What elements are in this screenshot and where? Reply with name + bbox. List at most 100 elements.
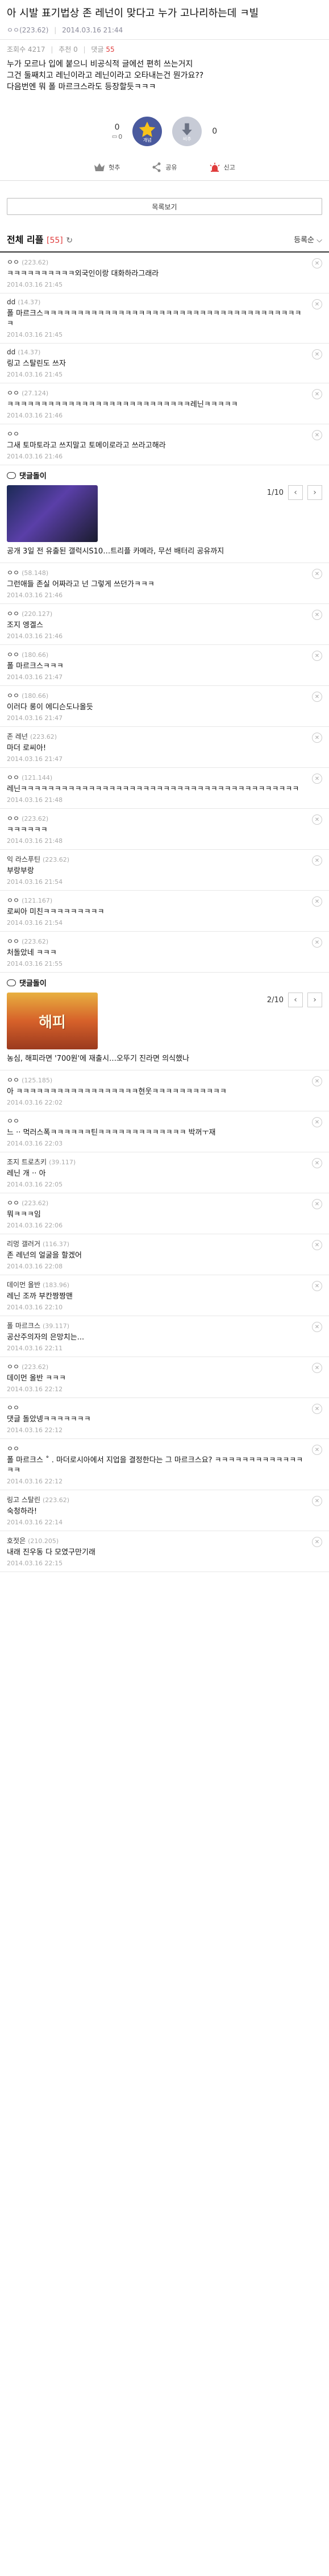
comment-author[interactable]: ㅇㅇ bbox=[7, 430, 19, 438]
delete-comment-icon[interactable]: ✕ bbox=[312, 1076, 322, 1086]
comment-date: 2014.03.16 21:54 bbox=[7, 919, 63, 927]
delete-comment-icon[interactable]: ✕ bbox=[312, 1322, 322, 1332]
comment-item: 폴 마르크스 (39.117) 공산주의자의 은망치는... 2014.03.16 2… bbox=[0, 1316, 329, 1357]
delete-comment-icon[interactable]: ✕ bbox=[312, 430, 322, 440]
delete-comment-icon[interactable]: ✕ bbox=[312, 733, 322, 743]
cloud-icon bbox=[7, 472, 16, 479]
delete-comment-icon[interactable]: ✕ bbox=[312, 389, 322, 399]
comment-date: 2014.03.16 21:45 bbox=[7, 371, 63, 378]
delete-comment-icon[interactable]: ✕ bbox=[312, 1199, 322, 1209]
dc-promo-card-2[interactable]: 댓글돌이 해피 2/10 ‹ › 농심, 해피라면 '700원'에 재출시…오뚜… bbox=[0, 973, 329, 1070]
comment-author[interactable]: ㅇㅇ bbox=[7, 610, 19, 618]
delete-comment-icon[interactable]: ✕ bbox=[312, 610, 322, 620]
delete-comment-icon[interactable]: ✕ bbox=[312, 1158, 322, 1168]
prev-button[interactable]: ‹ bbox=[288, 993, 303, 1007]
delete-comment-icon[interactable]: ✕ bbox=[312, 937, 322, 948]
delete-comment-icon[interactable]: ✕ bbox=[312, 1445, 322, 1455]
dc-card-thumbnail[interactable] bbox=[7, 485, 98, 542]
comment-author[interactable]: 리멍 갤러거 bbox=[7, 1240, 40, 1248]
comment-author[interactable]: ㅇㅇ bbox=[7, 651, 19, 659]
delete-comment-icon[interactable]: ✕ bbox=[312, 1404, 322, 1414]
comment-author[interactable]: ㅇㅇ bbox=[7, 1363, 19, 1371]
comment-author[interactable]: ㅇㅇ bbox=[7, 389, 19, 397]
delete-comment-icon[interactable]: ✕ bbox=[312, 774, 322, 784]
delete-comment-icon[interactable]: ✕ bbox=[312, 1496, 322, 1506]
fix-action[interactable]: 헛추 bbox=[94, 162, 120, 172]
report-action[interactable]: 신고 bbox=[209, 162, 235, 172]
comment-author[interactable]: 폴 마르크스 bbox=[7, 1322, 40, 1330]
delete-comment-icon[interactable]: ✕ bbox=[312, 1363, 322, 1373]
comment-author[interactable]: ㅇㅇ bbox=[7, 1404, 19, 1412]
share-action[interactable]: 공유 bbox=[152, 162, 177, 172]
comment-author[interactable]: ㅇㅇ bbox=[7, 692, 19, 700]
comment-ip: (223.62) bbox=[22, 938, 49, 945]
comment-author[interactable]: 조지 트로츠키 bbox=[7, 1158, 47, 1166]
comment-author[interactable]: ㅇㅇ bbox=[7, 896, 19, 904]
fix-label: 헛추 bbox=[109, 164, 120, 171]
comment-author[interactable]: ㅇㅇ bbox=[7, 1117, 19, 1125]
comment-author[interactable]: ㅇㅇ bbox=[7, 1076, 19, 1084]
dc-card-caption[interactable]: 농심, 해피라면 '700원'에 재출시…오뚜기 진라면 의식했나 bbox=[7, 1054, 322, 1064]
dc-card-thumbnail[interactable]: 해피 bbox=[7, 993, 98, 1049]
delete-comment-icon[interactable]: ✕ bbox=[312, 569, 322, 579]
delete-comment-icon[interactable]: ✕ bbox=[312, 1537, 322, 1547]
delete-comment-icon[interactable]: ✕ bbox=[312, 814, 322, 825]
comment-date: 2014.03.16 22:05 bbox=[7, 1181, 63, 1188]
downvote-button[interactable]: 비추 bbox=[172, 117, 202, 146]
delete-comment-icon[interactable]: ✕ bbox=[312, 1281, 322, 1291]
upvote-count: 0 bbox=[114, 122, 120, 132]
comment-author[interactable]: dd bbox=[7, 348, 15, 356]
dc-card-caption[interactable]: 공개 3일 전 유출된 갤럭시S10…트리플 카메라, 무선 배터리 공유까지 bbox=[7, 547, 322, 557]
comment-author[interactable]: 링고 스탈린 bbox=[7, 1496, 40, 1504]
comment-author[interactable]: ㅇㅇ bbox=[7, 774, 19, 782]
list-button[interactable]: 목록보기 bbox=[7, 198, 322, 215]
comment-author[interactable]: ㅇㅇ bbox=[7, 814, 19, 822]
comment-author[interactable]: 호젓은 bbox=[7, 1537, 26, 1545]
delete-comment-icon[interactable]: ✕ bbox=[312, 692, 322, 702]
upvote-button[interactable]: 개념 bbox=[132, 117, 163, 146]
comment-item: ㅇㅇ 느 ·· 먹러스폭ㅋㅋㅋㅋㅋㅋ틴ㅋㅋㅋㅋㅋㅋㅋㅋㅋㅋㅋㅋㅋ 박꺼ㅜ재 2014… bbox=[0, 1111, 329, 1152]
delete-comment-icon[interactable]: ✕ bbox=[312, 1117, 322, 1127]
delete-comment-icon[interactable]: ✕ bbox=[312, 299, 322, 309]
delete-comment-icon[interactable]: ✕ bbox=[312, 855, 322, 866]
delete-comment-icon[interactable]: ✕ bbox=[312, 1240, 322, 1250]
comment-author[interactable]: ㅇㅇ bbox=[7, 258, 19, 266]
prev-button[interactable]: ‹ bbox=[288, 485, 303, 500]
comment-ip: (39.117) bbox=[43, 1322, 70, 1330]
comment-date: 2014.03.16 21:47 bbox=[7, 673, 63, 681]
post-date: 2014.03.16 21:44 bbox=[62, 26, 123, 34]
comment-ip: (223.62) bbox=[22, 259, 49, 266]
post-body-line: 그건 둘째치고 레닌이라고 레닌이라고 오타내는건 뭔가요?? bbox=[7, 71, 204, 80]
comment-text: 부랑부랑 bbox=[7, 867, 34, 875]
next-button[interactable]: › bbox=[307, 485, 322, 500]
comment-author[interactable]: ㅇㅇ bbox=[7, 1445, 19, 1453]
chevron-down-icon: ⌵ bbox=[316, 235, 322, 245]
comment-author[interactable]: 익 라스푸틴 bbox=[7, 855, 40, 863]
crown-icon bbox=[94, 163, 105, 171]
sort-dropdown[interactable]: 등록순 ⌵ bbox=[294, 234, 322, 245]
comment-ip: (14.37) bbox=[18, 349, 41, 356]
refresh-icon[interactable]: ↻ bbox=[66, 236, 73, 245]
comment-item: 데이먼 올반 (183.96) 레닌 조까 부칸짱짱맨 2014.03.16 22:1… bbox=[0, 1275, 329, 1316]
dc-promo-card-1[interactable]: 댓글돌이 1/10 ‹ › 공개 3일 전 유출된 갤럭시S10…트리플 카메라… bbox=[0, 465, 329, 563]
comment-author[interactable]: dd bbox=[7, 298, 15, 306]
post-author[interactable]: ㅇㅇ(223.62) bbox=[7, 26, 48, 34]
downvote-label: 비추 bbox=[182, 136, 191, 142]
next-button[interactable]: › bbox=[307, 993, 322, 1007]
comment-author[interactable]: ㅇㅇ bbox=[7, 569, 19, 577]
delete-comment-icon[interactable]: ✕ bbox=[312, 258, 322, 268]
delete-comment-icon[interactable]: ✕ bbox=[312, 651, 322, 661]
comment-author[interactable]: 존 레넌 bbox=[7, 733, 28, 741]
comment-ip: (180.66) bbox=[22, 651, 49, 659]
comment-item: ㅇㅇ (223.62) 데이먼 올반 ㅋㅋㅋ 2014.03.16 22:12 ✕ bbox=[0, 1357, 329, 1398]
comment-ip: (223.62) bbox=[43, 1496, 70, 1504]
comment-date: 2014.03.16 22:12 bbox=[7, 1386, 63, 1393]
comment-author[interactable]: ㅇㅇ bbox=[7, 1199, 19, 1207]
comment-text: 마더 로씨아! bbox=[7, 744, 47, 752]
comment-author[interactable]: 데이먼 올반 bbox=[7, 1281, 40, 1289]
comment-text: 폴 마르크스ㅋㅋㅋㅋㅋㅋㅋㅋㅋㅋㅋㅋㅋㅋㅋㅋㅋㅋㅋㅋㅋㅋㅋㅋㅋㅋㅋㅋㅋㅋㅋㅋㅋㅋ… bbox=[7, 309, 302, 328]
comment-author[interactable]: ㅇㅇ bbox=[7, 937, 19, 945]
delete-comment-icon[interactable]: ✕ bbox=[312, 896, 322, 907]
comment-item: ㅇㅇ (220.127) 조지 엥겔스 2014.03.16 21:46 ✕ bbox=[0, 604, 329, 645]
delete-comment-icon[interactable]: ✕ bbox=[312, 349, 322, 359]
